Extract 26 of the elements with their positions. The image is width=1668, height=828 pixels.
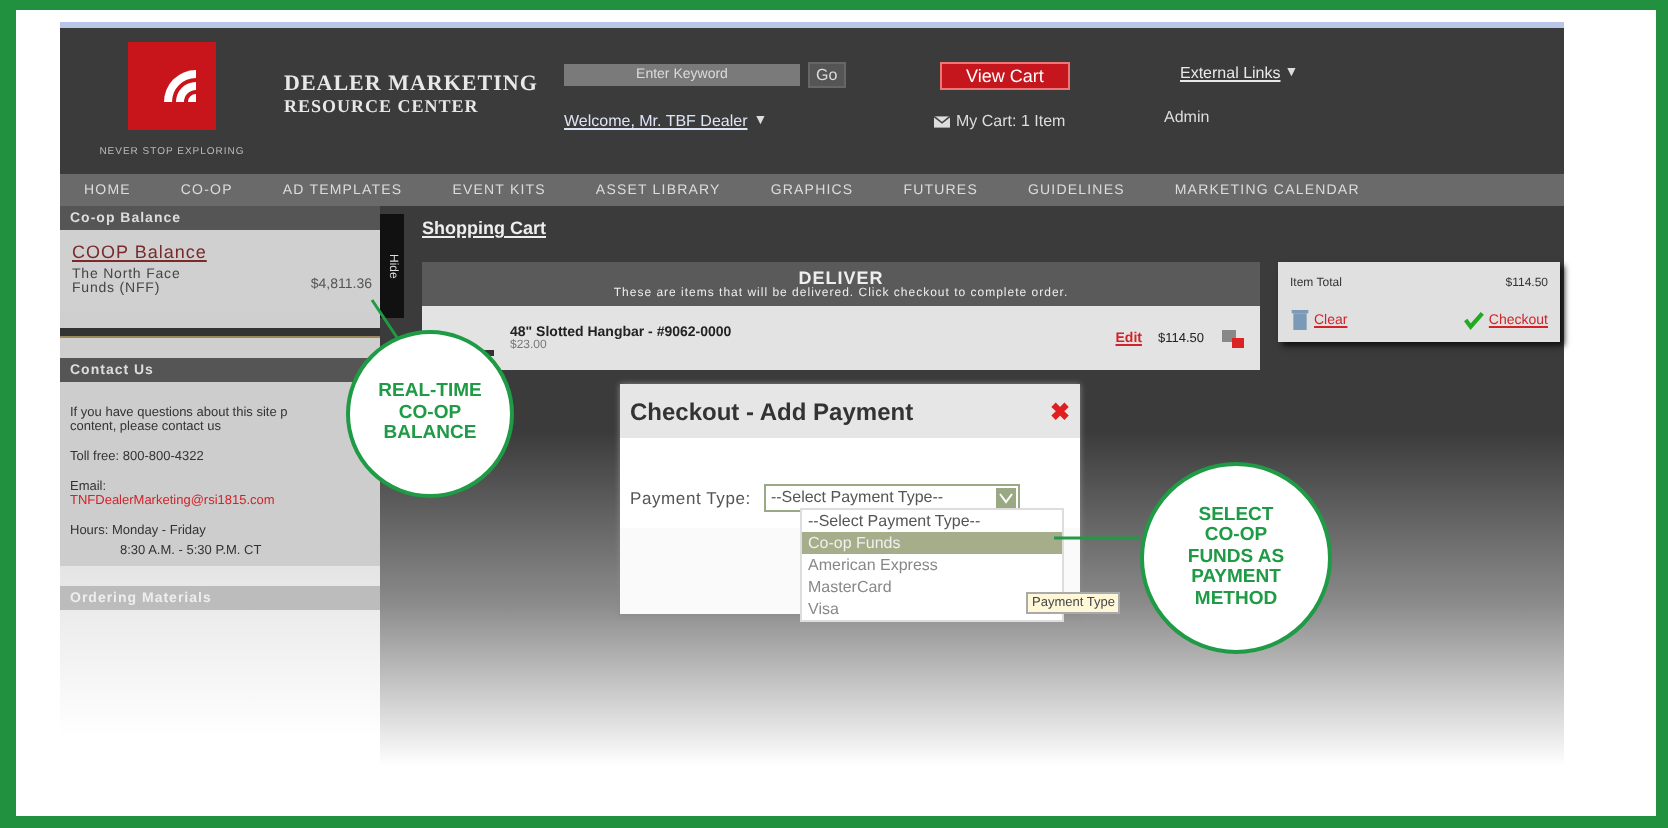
balance-link[interactable]: COOP Balance bbox=[72, 240, 207, 264]
payment-select[interactable]: --Select Payment Type-- bbox=[764, 483, 1021, 511]
my-cart-link[interactable]: My Cart: 1 Item bbox=[956, 112, 1066, 130]
dialog-title: Checkout - Add Payment bbox=[630, 397, 914, 425]
view-cart-button[interactable]: View Cart bbox=[940, 62, 1070, 90]
site-title: DEALER MARKETING bbox=[284, 72, 540, 96]
admin-link[interactable]: Admin bbox=[1164, 108, 1299, 126]
callout-text: REAL-TIME CO-OP BALANCE bbox=[376, 382, 484, 446]
cart-remove-icon[interactable] bbox=[1220, 326, 1244, 350]
envelope-icon bbox=[934, 115, 950, 127]
site-subtitle: RESOURCE CENTER bbox=[284, 96, 481, 116]
dropdown-option[interactable]: Co-op Funds bbox=[802, 532, 1062, 554]
trash-icon bbox=[1290, 310, 1310, 330]
welcome-link[interactable]: Welcome, Mr. TBF Dealer bbox=[564, 112, 748, 130]
dropdown-option[interactable]: American Express bbox=[802, 554, 1062, 576]
section-title: DELIVER bbox=[798, 268, 884, 288]
dropdown-option[interactable]: --Select Payment Type-- bbox=[802, 510, 1062, 532]
close-button[interactable]: ✖ bbox=[1050, 397, 1070, 425]
checkmark-icon bbox=[1464, 310, 1485, 330]
external-links-link[interactable]: External Links bbox=[1180, 64, 1281, 82]
logo-icon bbox=[128, 42, 216, 130]
field-label: Payment Type: bbox=[630, 487, 751, 507]
go-button[interactable]: Go bbox=[808, 62, 846, 88]
dropdown-option[interactable]: MasterCard bbox=[802, 576, 1062, 598]
callout-text: SELECT CO-OP FUNDS AS PAYMENT METHOD bbox=[1185, 505, 1287, 611]
page-title[interactable]: Shopping Cart bbox=[422, 218, 1564, 238]
